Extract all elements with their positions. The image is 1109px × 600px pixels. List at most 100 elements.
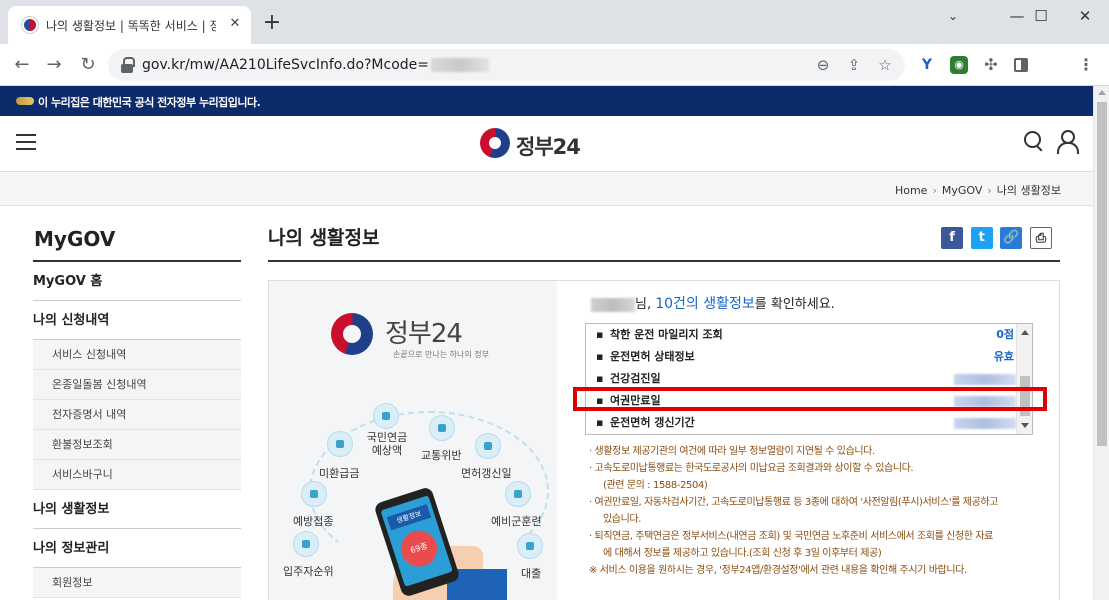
sidebar-sub-service-applications[interactable]: 서비스 신청내역 bbox=[33, 340, 241, 370]
notice-list: · 생활정보 제공기관의 여건에 따라 일부 정보열람이 지연될 수 있습니다.… bbox=[589, 443, 1049, 579]
scroll-down-icon[interactable] bbox=[1021, 423, 1029, 428]
link-icon[interactable]: 🔗 bbox=[1000, 227, 1023, 249]
sidebar-item-mygov-home[interactable]: MyGOV 홈 bbox=[33, 262, 241, 301]
browser-toolbar: ← → ↻ gov.kr/mw/AA210LifeSvcInfo.do?Mcod… bbox=[0, 44, 1109, 86]
scroll-thumb[interactable] bbox=[1097, 102, 1107, 446]
list-item-label[interactable]: 운전면허 갱신기간 bbox=[610, 412, 695, 434]
promo-label: 국민연금 예상액 bbox=[366, 431, 408, 457]
notice-item: ※ 서비스 이용을 원하시는 경우, '정부24앱/환경설정'에서 관련 내용을… bbox=[589, 565, 967, 576]
greeting-text: 를 확인하세요. bbox=[754, 297, 835, 312]
browser-tab[interactable]: 나의 생활정보 | 똑똑한 서비스 | 정부24 ✕ bbox=[8, 6, 251, 44]
life-info-count-link[interactable]: 10건의 생활정보 bbox=[655, 296, 755, 312]
url-text[interactable]: gov.kr/mw/AA210LifeSvcInfo.do?Mcode= bbox=[142, 57, 490, 73]
redacted-value bbox=[954, 418, 1016, 429]
scroll-up-icon[interactable] bbox=[1021, 330, 1029, 335]
forward-button[interactable]: → bbox=[42, 53, 66, 77]
promo-slogan: 손끝으로 만나는 하나의 정부 bbox=[393, 350, 489, 359]
puzzle-icon[interactable]: ✣ bbox=[982, 56, 1000, 74]
breadcrumb-mygov[interactable]: MyGOV bbox=[942, 184, 983, 197]
menu-icon[interactable]: ⋮ bbox=[1078, 55, 1094, 75]
greeting: 님, 10건의 생활정보를 확인하세요. bbox=[591, 293, 835, 313]
redacted-url-param bbox=[431, 58, 490, 72]
list-item[interactable]: ▪ 운전면허 상태정보 유효 bbox=[586, 346, 1016, 368]
sidepanel-icon[interactable] bbox=[1014, 58, 1028, 72]
twitter-icon[interactable]: t bbox=[970, 227, 993, 249]
new-tab-button[interactable]: + bbox=[260, 12, 284, 36]
list-item[interactable]: ▪ 운전면허 갱신기간 bbox=[586, 412, 1016, 434]
page-title-text: 나의 생활정보 bbox=[268, 227, 380, 249]
share-icon[interactable]: ⇪ bbox=[845, 56, 863, 74]
share-toolbar: f t 🔗 ⎙ bbox=[940, 227, 1052, 255]
sidebar-sub-childcare-applications[interactable]: 온종일돌봄 신청내역 bbox=[33, 370, 241, 400]
gov24-logo-icon[interactable] bbox=[480, 128, 510, 158]
close-tab-icon[interactable]: ✕ bbox=[226, 15, 244, 33]
car-icon bbox=[475, 433, 501, 459]
sidebar-sub-e-certificates[interactable]: 전자증명서 내역 bbox=[33, 400, 241, 430]
notice-item: · 고속도로미납통행료는 한국도로공사의 미납요금 조회결과와 상이할 수 있습… bbox=[589, 463, 914, 474]
house-icon bbox=[293, 531, 319, 557]
sidebar: MyGOV MyGOV 홈 나의 신청내역 서비스 신청내역 온종일돌봄 신청내… bbox=[33, 224, 241, 598]
life-info-card: 정부24 손끝으로 만나는 하나의 정부 미환급금 국민연금 예상액 교통위반 … bbox=[268, 280, 1060, 600]
sidebar-sub-refund-info[interactable]: 환불정보조회 bbox=[33, 430, 241, 460]
browser-tab-strip: 나의 생활정보 | 똑똑한 서비스 | 정부24 ✕ + ⌄ — ☐ ✕ bbox=[0, 0, 1109, 44]
sidebar-item-applications[interactable]: 나의 신청내역 bbox=[33, 301, 241, 340]
list-item-label[interactable]: 운전면허 상태정보 bbox=[610, 346, 695, 368]
promo-label: 입주자순위 bbox=[283, 565, 334, 578]
list-item-value[interactable]: 0점 bbox=[996, 324, 1014, 346]
address-bar[interactable]: gov.kr/mw/AA210LifeSvcInfo.do?Mcode= ⊖ ⇪… bbox=[108, 49, 905, 81]
sidebar-title: MyGOV bbox=[33, 224, 241, 262]
list-item-label[interactable]: 착한 운전 마일리지 조회 bbox=[610, 324, 723, 346]
breadcrumb-current[interactable]: 나의 생활정보 bbox=[997, 184, 1061, 197]
syringe-icon bbox=[301, 481, 327, 507]
sidebar-sub-member-info[interactable]: 회원정보 bbox=[33, 568, 241, 598]
notice-item: · 퇴직연금, 주택연금은 정부서비스(내연금 조회) 및 국민연금 노후준비 … bbox=[589, 531, 993, 542]
maximize-button[interactable]: ☐ bbox=[1018, 6, 1064, 26]
sidebar-item-my-info[interactable]: 나의 정보관리 bbox=[33, 529, 241, 568]
breadcrumb-home[interactable]: Home bbox=[895, 184, 927, 197]
back-button[interactable]: ← bbox=[10, 53, 34, 77]
money-bag-icon bbox=[517, 533, 543, 559]
gov-banner-text: 이 누리집은 대한민국 공식 전자정부 누리집입니다. bbox=[38, 96, 261, 109]
scroll-up-icon[interactable] bbox=[1098, 90, 1106, 95]
life-info-list[interactable]: ▪ 착한 운전 마일리지 조회 0점 ▪ 운전면허 상태정보 유효 ▪ 건강검진… bbox=[585, 323, 1033, 435]
bookmark-star-icon[interactable]: ☆ bbox=[876, 56, 894, 74]
reload-button[interactable]: ↻ bbox=[76, 53, 100, 77]
print-icon[interactable]: ⎙ bbox=[1030, 227, 1052, 249]
user-icon[interactable] bbox=[1056, 130, 1079, 154]
extension-2-icon[interactable]: ◉ bbox=[950, 56, 968, 74]
redacted-user-name bbox=[591, 297, 635, 312]
notice-item: · 생활정보 제공기관의 여건에 따라 일부 정보열람이 지연될 수 있습니다. bbox=[589, 446, 875, 457]
redacted-value bbox=[954, 374, 1016, 385]
promo-logo-text: 정부24 bbox=[385, 319, 463, 349]
facebook-icon[interactable]: f bbox=[941, 227, 964, 249]
gov24-logo-icon bbox=[331, 313, 373, 355]
gov-official-banner: 이 누리집은 대한민국 공식 전자정부 누리집입니다. bbox=[0, 86, 1093, 116]
close-window-button[interactable]: ✕ bbox=[1062, 6, 1108, 26]
main-content: 나의 생활정보 f t 🔗 ⎙ 정부24 손끝으로 만나는 하나의 정부 미환급… bbox=[268, 224, 1060, 600]
search-icon[interactable] bbox=[1024, 131, 1044, 151]
page-viewport: 이 누리집은 대한민국 공식 전자정부 누리집입니다. 정부24 Home › My… bbox=[0, 86, 1093, 600]
tab-search-chevron-icon[interactable]: ⌄ bbox=[930, 6, 976, 26]
promo-label: 교통위반 bbox=[421, 449, 462, 462]
lock-icon[interactable] bbox=[120, 57, 135, 73]
breadcrumb: Home › MyGOV › 나의 생활정보 bbox=[895, 182, 1061, 198]
notice-item: (관련 문의 : 1588-2504) bbox=[603, 480, 708, 491]
extension-icon[interactable]: Y bbox=[918, 56, 936, 74]
list-scrollbar[interactable] bbox=[1016, 324, 1032, 434]
list-item-value[interactable]: 유효 bbox=[994, 346, 1014, 368]
promo-label: 예방접종 bbox=[293, 515, 334, 528]
list-item[interactable]: ▪ 착한 운전 마일리지 조회 0점 bbox=[586, 324, 1016, 346]
life-info-panel: 님, 10건의 생활정보를 확인하세요. ▪ 착한 운전 마일리지 조회 0점 … bbox=[569, 281, 1059, 600]
sidebar-sub-service-basket[interactable]: 서비스바구니 bbox=[33, 460, 241, 490]
notice-item: · 여권만료일, 자동차검사기간, 고속도로미납통행료 등 3종에 대하여 '사… bbox=[589, 497, 999, 508]
page-scrollbar[interactable] bbox=[1093, 86, 1109, 600]
bullet-icon: ▪ bbox=[596, 350, 604, 363]
promo-label: 예비군훈련 bbox=[491, 515, 542, 528]
site-logo-text[interactable]: 정부24 bbox=[516, 131, 581, 161]
promo-label: 면허갱신일 bbox=[461, 467, 512, 480]
zoom-icon[interactable]: ⊖ bbox=[814, 56, 832, 74]
tab-title: 나의 생활정보 | 똑똑한 서비스 | 정부24 bbox=[46, 19, 216, 33]
page-title: 나의 생활정보 f t 🔗 ⎙ bbox=[268, 224, 1060, 262]
hamburger-menu-icon[interactable] bbox=[16, 134, 36, 150]
sidebar-item-life-info[interactable]: 나의 생활정보 bbox=[33, 490, 241, 529]
